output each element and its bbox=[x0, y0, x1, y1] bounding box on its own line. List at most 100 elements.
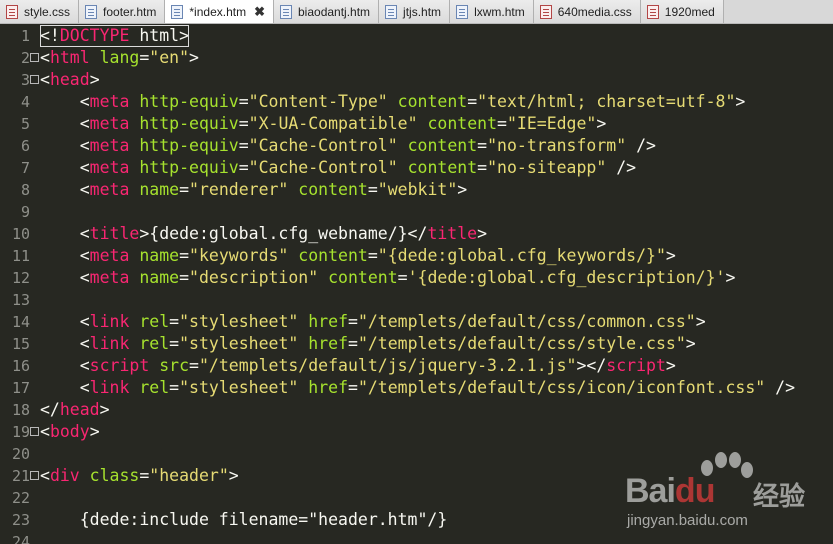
code-line[interactable]: 17 <link rel="stylesheet" href="/templet… bbox=[0, 377, 833, 399]
code-token: title bbox=[89, 224, 140, 243]
code-line[interactable]: 14 <link rel="stylesheet" href="/templet… bbox=[0, 311, 833, 333]
code-token: < bbox=[40, 422, 50, 441]
code-token: = bbox=[238, 136, 249, 155]
code-token: = bbox=[348, 334, 358, 353]
fold-toggle-icon[interactable] bbox=[30, 53, 39, 62]
code-token: "no-transform" bbox=[487, 136, 627, 155]
code-token: DOCTYPE bbox=[59, 26, 130, 45]
code-token: meta bbox=[89, 92, 130, 111]
code-text: <meta http-equiv="Cache-Control" content… bbox=[40, 157, 636, 179]
fold-toggle-icon[interactable] bbox=[30, 427, 39, 436]
code-token: script bbox=[89, 356, 150, 375]
code-token: meta bbox=[89, 136, 130, 155]
code-token: </ bbox=[40, 400, 60, 419]
tab-3[interactable]: biaodantj.htm bbox=[274, 0, 380, 23]
line-number: 10 bbox=[11, 225, 30, 243]
css-file-icon bbox=[6, 5, 18, 19]
code-token: > bbox=[735, 92, 746, 111]
tab-bar: style.css footer.htm *index.htm ✖ biaodantj.… bbox=[0, 0, 833, 24]
code-text: <html lang="en"> bbox=[40, 47, 199, 69]
line-number: 17 bbox=[11, 379, 30, 397]
line-number: 11 bbox=[11, 247, 30, 265]
tab-0[interactable]: style.css bbox=[0, 0, 80, 23]
tab-1[interactable]: footer.htm bbox=[79, 0, 166, 23]
code-line[interactable]: 6 <meta http-equiv="Cache-Control" conte… bbox=[0, 135, 833, 157]
code-line[interactable]: 7 <meta http-equiv="Cache-Control" conte… bbox=[0, 157, 833, 179]
code-line[interactable]: 5 <meta http-equiv="X-UA-Compatible" con… bbox=[0, 113, 833, 135]
code-token: = bbox=[179, 246, 190, 265]
code-line[interactable]: 15 <link rel="stylesheet" href="/templet… bbox=[0, 333, 833, 355]
code-line[interactable]: 18 </head> bbox=[0, 399, 833, 421]
code-token: div bbox=[49, 466, 80, 485]
code-token: meta bbox=[89, 158, 130, 177]
line-number: 14 bbox=[11, 313, 30, 331]
code-token: = bbox=[139, 466, 150, 485]
code-token: "Cache-Control" bbox=[248, 136, 398, 155]
code-token: "keywords" bbox=[189, 246, 289, 265]
line-number: 2 bbox=[20, 49, 30, 67]
code-token: /> bbox=[626, 136, 656, 155]
code-token: "Cache-Control" bbox=[248, 158, 398, 177]
code-text: </head> bbox=[40, 399, 110, 421]
line-number: 6 bbox=[20, 137, 30, 155]
line-number: 5 bbox=[20, 115, 30, 133]
tab-2[interactable]: *index.htm ✖ bbox=[165, 0, 274, 23]
fold-toggle-icon[interactable] bbox=[30, 75, 39, 84]
code-line[interactable]: 8 <meta name="renderer" content="webkit"… bbox=[0, 179, 833, 201]
code-token: < bbox=[40, 114, 90, 133]
code-line[interactable]: 12 <meta name="description" content='{de… bbox=[0, 267, 833, 289]
line-number: 19 bbox=[11, 423, 30, 441]
code-text: {dede:include filename="header.htm"/} bbox=[40, 509, 448, 531]
code-token: > bbox=[477, 224, 488, 243]
line-number: 23 bbox=[11, 511, 30, 529]
code-text: <link rel="stylesheet" href="/templets/d… bbox=[40, 333, 696, 355]
code-token: content bbox=[288, 180, 368, 199]
code-token: <! bbox=[40, 26, 60, 45]
code-line[interactable]: 19 <body> bbox=[0, 421, 833, 443]
code-token: http-equiv bbox=[129, 114, 239, 133]
code-line[interactable]: 3 <head> bbox=[0, 69, 833, 91]
tab-4[interactable]: jtjs.htm bbox=[379, 0, 451, 23]
tab-label: 1920med bbox=[664, 5, 715, 19]
code-token: '{dede:global.cfg_description/}' bbox=[407, 268, 726, 287]
code-token: "stylesheet" bbox=[179, 378, 299, 397]
line-number: 24 bbox=[11, 533, 30, 544]
tab-close-icon[interactable]: ✖ bbox=[254, 4, 265, 20]
code-token: < bbox=[40, 466, 50, 485]
code-token: meta bbox=[89, 114, 130, 133]
code-token: content bbox=[318, 268, 398, 287]
code-line[interactable]: 11 <meta name="keywords" content="{dede:… bbox=[0, 245, 833, 267]
line-number: 22 bbox=[11, 489, 30, 507]
code-token: = bbox=[477, 136, 488, 155]
line-number: 20 bbox=[11, 445, 30, 463]
code-token: = bbox=[169, 312, 180, 331]
code-line[interactable]: 10 <title>{dede:global.cfg_webname/}</ti… bbox=[0, 223, 833, 245]
code-text: <meta http-equiv="X-UA-Compatible" conte… bbox=[40, 113, 607, 135]
tab-5[interactable]: lxwm.htm bbox=[450, 0, 534, 23]
code-line[interactable]: 4 <meta http-equiv="Content-Type" conten… bbox=[0, 91, 833, 113]
code-token: class bbox=[79, 466, 140, 485]
code-token: < bbox=[40, 92, 90, 111]
code-line[interactable]: 2 <html lang="en"> bbox=[0, 47, 833, 69]
code-token: > bbox=[89, 422, 100, 441]
tab-6[interactable]: 640media.css bbox=[533, 0, 641, 23]
tab-label: jtjs.htm bbox=[403, 5, 442, 19]
code-token: /> bbox=[765, 378, 796, 397]
code-line[interactable]: 13 bbox=[0, 289, 833, 311]
code-line[interactable]: 1 <!DOCTYPE html> bbox=[0, 25, 833, 47]
line-number: 15 bbox=[11, 335, 30, 353]
code-token: ></ bbox=[576, 356, 607, 375]
line-number: 4 bbox=[20, 93, 30, 111]
code-token: > bbox=[89, 70, 100, 89]
code-line[interactable]: 9 bbox=[0, 201, 833, 223]
code-token: src bbox=[149, 356, 190, 375]
code-token: link bbox=[89, 378, 130, 397]
code-token: "Content-Type" bbox=[248, 92, 388, 111]
fold-toggle-icon[interactable] bbox=[30, 471, 39, 480]
code-token: html bbox=[129, 26, 180, 45]
code-token: rel bbox=[129, 334, 170, 353]
code-line[interactable]: 16 <script src="/templets/default/js/jqu… bbox=[0, 355, 833, 377]
code-token: < bbox=[40, 48, 50, 67]
tab-7[interactable]: 1920med bbox=[640, 0, 724, 23]
code-text: <meta http-equiv="Cache-Control" content… bbox=[40, 135, 656, 157]
